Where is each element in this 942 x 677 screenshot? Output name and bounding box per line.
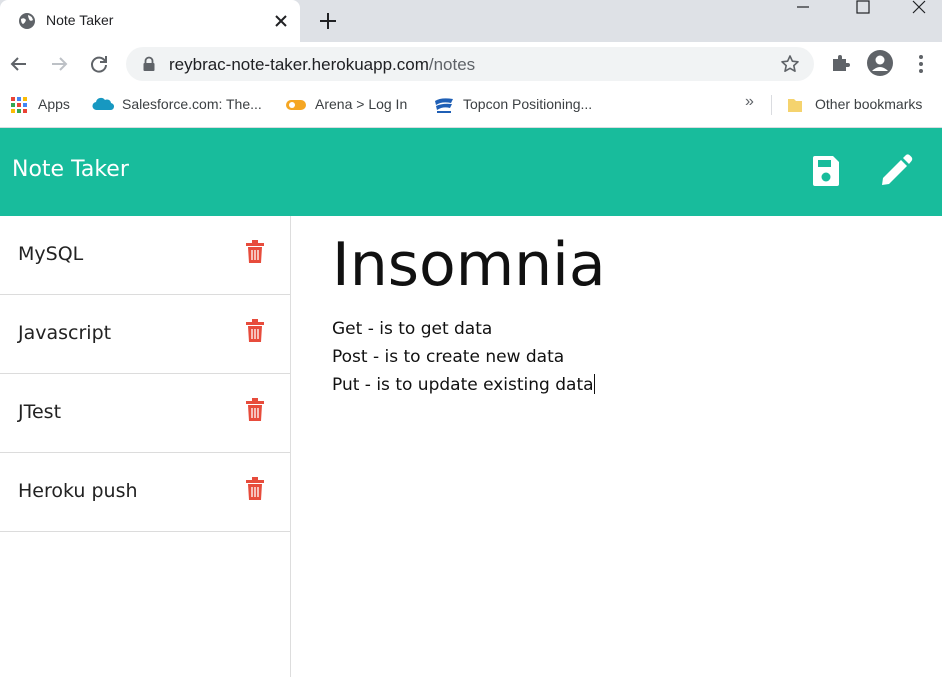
folder-icon [788,99,802,112]
apps-grid-icon [11,97,27,113]
globe-icon [19,13,35,29]
bookmark-star-icon[interactable] [780,54,800,74]
bookmark-arena[interactable]: Arena > Log In [285,94,415,116]
browser-tab[interactable]: Note Taker [0,0,300,42]
trash-icon[interactable] [245,398,265,422]
close-icon[interactable] [272,12,290,30]
note-text-line-content: Put - is to update existing data [332,375,594,395]
note-title-input[interactable]: Insomnia [332,230,606,300]
note-title[interactable]: MySQL [18,243,83,265]
list-item[interactable]: JTest [0,374,290,453]
forward-arrow-icon[interactable] [47,52,71,76]
bookmark-salesforce[interactable]: Salesforce.com: The... [92,94,267,116]
extensions-puzzle-icon[interactable] [830,52,852,74]
minimize-icon[interactable] [780,0,826,18]
url-path: /notes [428,55,476,74]
maximize-icon[interactable] [840,0,886,18]
bookmark-label: Arena > Log In [315,96,408,112]
topcon-icon [435,98,453,113]
trash-icon[interactable] [245,477,265,501]
arena-icon [286,100,306,110]
lock-icon[interactable] [142,56,156,72]
profile-avatar-icon[interactable] [866,49,894,77]
window-close-icon[interactable] [896,0,942,18]
bookmark-label: Apps [38,96,70,112]
bookmarks-bar: Apps Salesforce.com: The... Arena > Log … [0,86,942,128]
notes-sidebar: MySQL Javascript JTest Heroku push [0,216,291,677]
note-title[interactable]: Javascript [18,322,111,344]
tab-title: Note Taker [46,12,114,28]
bookmark-label: Topcon Positioning... [463,96,593,112]
save-icon[interactable] [811,154,841,188]
bookmark-apps[interactable]: Apps [10,94,76,116]
note-text-line: Put - is to update existing data [332,371,595,399]
more-bookmarks-chevron[interactable]: » [745,93,754,111]
browser-toolbar: reybrac-note-taker.herokuapp.com/notes [0,42,942,86]
pencil-icon[interactable] [879,154,913,188]
note-text-line: Post - is to create new data [332,347,565,367]
note-editor[interactable]: Insomnia Get - is to get data Post - is … [292,216,942,677]
list-item[interactable]: Heroku push [0,453,290,532]
url-text: reybrac-note-taker.herokuapp.com/notes [169,55,475,75]
bookmark-label: Salesforce.com: The... [122,96,262,112]
bookmarks-divider [771,95,772,115]
note-title[interactable]: JTest [18,401,61,423]
bookmark-other[interactable]: Other bookmarks [786,94,936,116]
bookmark-topcon[interactable]: Topcon Positioning... [433,94,603,116]
list-item[interactable]: Javascript [0,295,290,374]
reload-icon[interactable] [87,52,111,76]
trash-icon[interactable] [245,240,265,264]
trash-icon[interactable] [245,319,265,343]
note-text-area[interactable]: Get - is to get data Post - is to create… [332,315,595,399]
app-navbar: Note Taker [0,128,942,216]
address-bar[interactable]: reybrac-note-taker.herokuapp.com/notes [126,47,814,81]
text-cursor [593,374,595,394]
url-host: reybrac-note-taker.herokuapp.com [169,55,429,74]
salesforce-cloud-icon [92,97,114,111]
bookmark-label: Other bookmarks [815,96,923,112]
browser-menu-icon[interactable] [912,53,930,75]
back-arrow-icon[interactable] [7,52,31,76]
browser-tab-strip: Note Taker [0,0,942,42]
app-title[interactable]: Note Taker [12,157,129,182]
new-tab-icon[interactable] [317,10,339,32]
list-item[interactable]: MySQL [0,216,290,295]
note-text-line: Get - is to get data [332,319,493,339]
note-title[interactable]: Heroku push [18,480,138,502]
